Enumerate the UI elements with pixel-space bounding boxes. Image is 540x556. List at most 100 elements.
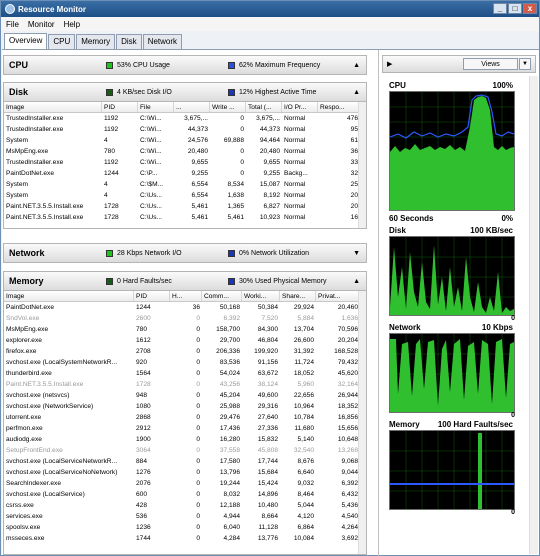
table-row[interactable]: Paint.NET.3.5.5.Install.exe 1728 0 43,256 38… xyxy=(4,379,366,390)
disk-table-scrollbar[interactable] xyxy=(358,102,366,228)
table-row[interactable]: TrustedInstaller.exe 1192 C:\Wi... 44,373 0 4… xyxy=(4,124,366,135)
table-row[interactable]: PaintDotNet.exe 1244 C:\P... 9,255 0 9,255 Bac… xyxy=(4,168,366,179)
table-row[interactable]: SearchIndexer.exe 2076 0 19,244 15,424 9,032 6… xyxy=(4,478,366,489)
table-cell: 10,923 xyxy=(259,214,280,221)
memory-column-header[interactable]: H... xyxy=(170,291,202,301)
disk-column-header[interactable]: Image xyxy=(4,102,102,112)
tab-cpu[interactable]: CPU xyxy=(48,34,76,49)
views-dropdown-icon[interactable]: ▼ xyxy=(519,58,531,70)
graphs-scrollbar[interactable] xyxy=(529,76,538,554)
expand-arrow-icon[interactable]: ▶ xyxy=(387,60,392,68)
table-row[interactable]: csrss.exe 428 0 12,188 10,480 5,044 5,436 xyxy=(4,500,366,511)
table-cell: 206,336 xyxy=(216,348,240,355)
table-row[interactable]: TrustedInstaller.exe 1192 C:\Wi... 3,675,..… xyxy=(4,113,366,124)
close-button[interactable]: x xyxy=(523,3,537,14)
table-cell: 1612 xyxy=(136,337,151,344)
disk-column-header[interactable]: PID xyxy=(102,102,138,112)
cpu-section-header[interactable]: CPU 53% CPU Usage 62% Maximum Frequency … xyxy=(3,55,367,75)
table-row[interactable]: services.exe 536 0 4,944 8,664 4,120 4,540 xyxy=(4,511,366,522)
table-cell: 32,540 xyxy=(293,447,314,454)
disk-active-text: 12% Highest Active Time xyxy=(239,88,317,96)
collapse-arrow-icon[interactable]: ▲ xyxy=(353,278,360,285)
collapse-arrow-icon[interactable]: ▲ xyxy=(353,89,360,96)
table-cell: msseces.exe xyxy=(6,535,45,542)
table-cell: 6,554 xyxy=(191,181,208,188)
table-row[interactable]: svchost.exe (LocalServiceNoNetwork) 1276 0… xyxy=(4,467,366,478)
table-row[interactable]: TrustedInstaller.exe 1192 C:\Wi... 9,655 0 9,… xyxy=(4,157,366,168)
disk-column-header[interactable]: File xyxy=(138,102,174,112)
table-cell: 18,052 xyxy=(293,370,314,377)
overview-panel: CPU 53% CPU Usage 62% Maximum Frequency … xyxy=(2,49,539,556)
memory-column-header[interactable]: Privat... xyxy=(316,291,360,301)
menu-monitor[interactable]: Monitor xyxy=(28,20,55,29)
tab-network[interactable]: Network xyxy=(142,34,183,49)
table-row[interactable]: SndVol.exe 2600 0 6,392 7,520 5,884 1,636 xyxy=(4,313,366,324)
table-cell: 12,188 xyxy=(219,502,240,509)
disk-column-header[interactable]: Total (... xyxy=(246,102,282,112)
table-row[interactable]: utorrent.exe 2868 0 29,476 27,640 10,784 16,85… xyxy=(4,412,366,423)
table-cell: Paint.NET.3.5.5.Install.exe xyxy=(6,214,84,221)
table-row[interactable]: System 4 C:\Wi... 24,576 69,888 94,464 Normal 6… xyxy=(4,135,366,146)
table-row[interactable]: svchost.exe (LocalSystemNetworkR... 920 0 8… xyxy=(4,357,366,368)
expand-arrow-icon[interactable]: ▼ xyxy=(353,250,360,257)
table-row[interactable]: spoolsv.exe 1236 0 6,040 11,128 6,864 4,264 xyxy=(4,522,366,533)
tab-disk[interactable]: Disk xyxy=(116,34,142,49)
menu-file[interactable]: File xyxy=(6,20,19,29)
table-row[interactable]: svchost.exe (netsvcs) 948 0 45,204 49,600 22,… xyxy=(4,390,366,401)
network-section-header[interactable]: Network 28 Kbps Network I/O 0% Network U… xyxy=(3,243,367,263)
table-row[interactable]: audiodg.exe 1900 0 16,280 15,832 5,140 10,648 xyxy=(4,434,366,445)
network-graph xyxy=(389,333,515,413)
disk-section-header[interactable]: Disk 4 KB/sec Disk I/O 12% Highest Activ… xyxy=(3,82,367,102)
memory-column-header[interactable]: Comm... xyxy=(202,291,242,301)
table-cell: 15,832 xyxy=(257,436,278,443)
memory-column-header[interactable]: PID xyxy=(134,291,170,301)
memory-faults-swatch xyxy=(106,277,113,285)
menu-help[interactable]: Help xyxy=(64,20,80,29)
table-row[interactable]: PaintDotNet.exe 1244 36 50,168 50,384 29,924 2… xyxy=(4,302,366,313)
memory-used-swatch xyxy=(228,277,235,285)
table-row[interactable]: System 4 C:\Us... 6,554 1,638 8,192 Normal 20 xyxy=(4,190,366,201)
tab-memory[interactable]: Memory xyxy=(76,34,116,49)
table-row[interactable]: System 4 C:\$M... 6,554 8,534 15,087 Normal 25 xyxy=(4,179,366,190)
views-toolbar: ▶ Views ▼ xyxy=(382,55,536,73)
table-row[interactable]: Paint.NET.3.5.5.Install.exe 1728 C:\Us... 5… xyxy=(4,212,366,223)
table-cell: 1728 xyxy=(104,214,119,221)
network-io-indicator: 28 Kbps Network I/O xyxy=(106,249,182,257)
table-cell: svchost.exe (netsvcs) xyxy=(6,392,70,399)
memory-column-header[interactable]: Share... xyxy=(280,291,316,301)
table-row[interactable]: svchost.exe (LocalServiceNetworkR... 884 0… xyxy=(4,456,366,467)
table-cell: 1,636 xyxy=(341,315,358,322)
tab-overview[interactable]: Overview xyxy=(4,33,48,49)
table-row[interactable]: SetupFrontEnd.exe 3064 0 37,558 45,808 32,540… xyxy=(4,445,366,456)
views-button[interactable]: Views xyxy=(463,58,518,70)
table-row[interactable]: perfmon.exe 2912 0 17,436 27,336 11,680 15,656 xyxy=(4,423,366,434)
table-cell: 0 xyxy=(196,337,200,344)
table-row[interactable]: MsMpEng.exe 780 0 158,700 84,300 13,704 70,596 xyxy=(4,324,366,335)
table-row[interactable]: explorer.exe 1612 0 29,700 46,804 26,600 20,20… xyxy=(4,335,366,346)
table-row[interactable]: svchost.exe (NetworkService) 1080 0 25,988 2… xyxy=(4,401,366,412)
title-bar: Resource Monitor _ □ x xyxy=(1,1,539,17)
memory-column-header[interactable]: Image xyxy=(4,291,134,301)
table-row[interactable]: Paint.NET.3.5.5.Install.exe 1728 C:\Us... 5… xyxy=(4,201,366,212)
table-row[interactable]: msseces.exe 1744 0 4,284 13,776 10,084 3,692 xyxy=(4,533,366,544)
table-row[interactable]: MsMpEng.exe 780 C:\Wi... 20,480 0 20,480 Norma… xyxy=(4,146,366,157)
disk-column-header[interactable]: I/O Pr... xyxy=(282,102,318,112)
cpu-section-title: CPU xyxy=(9,60,29,70)
maximize-button[interactable]: □ xyxy=(508,3,522,14)
memory-section-header[interactable]: Memory 0 Hard Faults/sec 30% Used Physic… xyxy=(3,271,367,291)
memory-table-scrollbar[interactable] xyxy=(358,291,366,554)
disk-io-indicator: 4 KB/sec Disk I/O xyxy=(106,88,172,96)
collapse-arrow-icon[interactable]: ▲ xyxy=(353,62,360,69)
table-cell: 6,864 xyxy=(297,524,314,531)
minimize-button[interactable]: _ xyxy=(493,3,507,14)
disk-column-header[interactable]: Write ... xyxy=(210,102,246,112)
disk-column-header[interactable]: ... xyxy=(174,102,210,112)
table-cell: 10,784 xyxy=(293,414,314,421)
table-cell: 20,480 xyxy=(259,148,280,155)
disk-column-header[interactable]: Respo... xyxy=(318,102,360,112)
table-row[interactable]: thunderbird.exe 1564 0 54,024 63,672 18,052 45… xyxy=(4,368,366,379)
window-title: Resource Monitor xyxy=(18,4,87,14)
table-row[interactable]: svchost.exe (LocalService) 600 0 8,032 14,89… xyxy=(4,489,366,500)
memory-column-header[interactable]: Worki... xyxy=(242,291,280,301)
table-row[interactable]: firefox.exe 2708 0 206,336 199,920 31,392 168,… xyxy=(4,346,366,357)
